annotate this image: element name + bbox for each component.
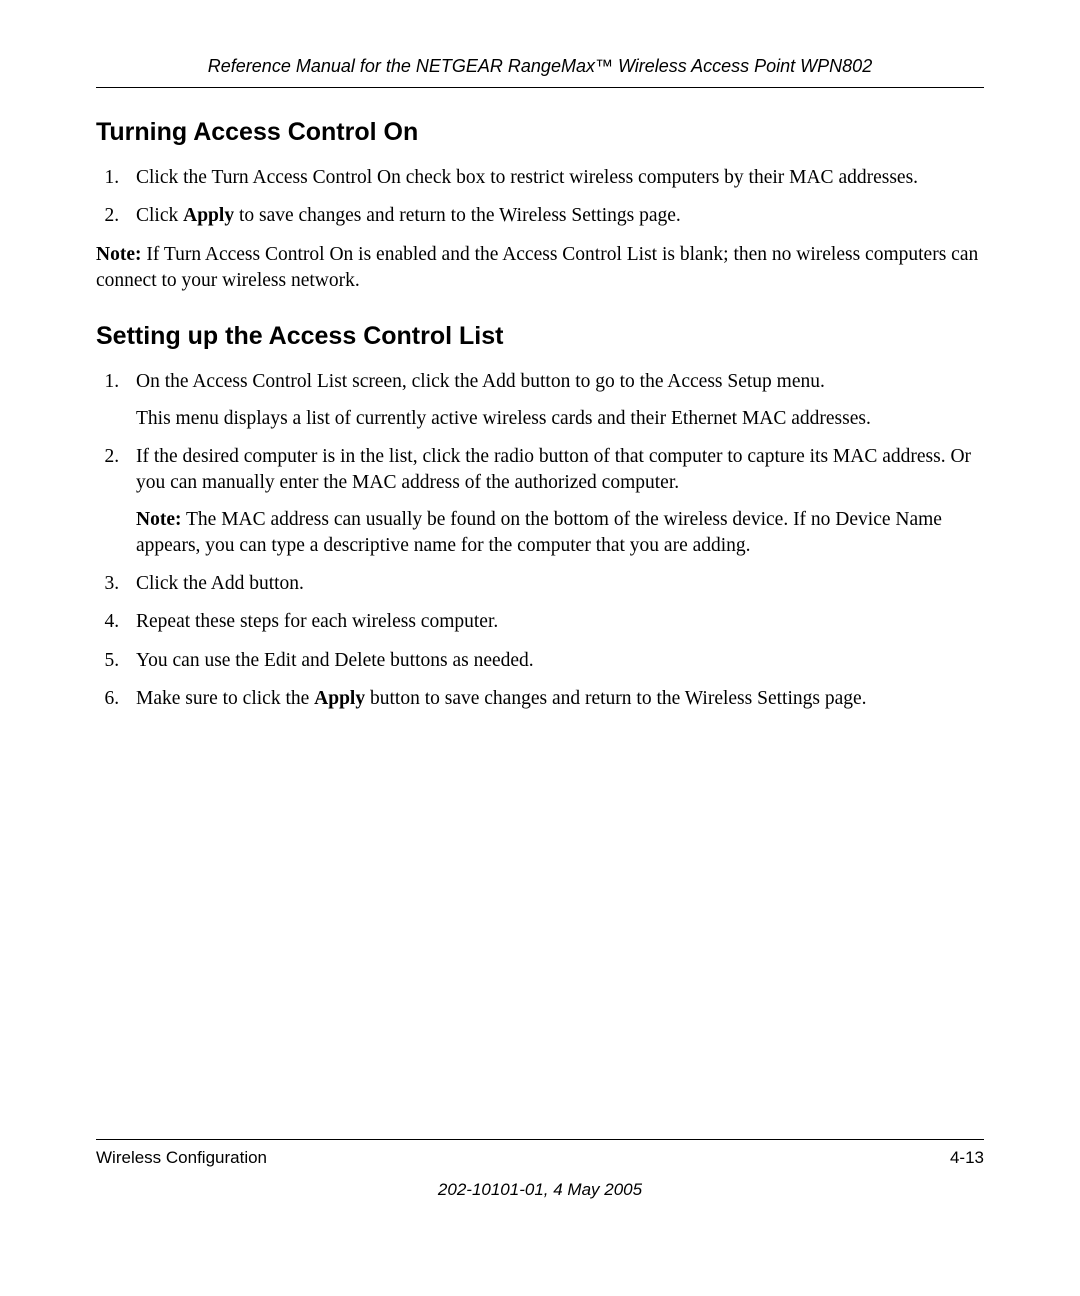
section-heading-1: Turning Access Control On	[96, 118, 984, 147]
list-item: Make sure to click the Apply button to s…	[124, 686, 984, 712]
list-item: On the Access Control List screen, click…	[124, 369, 984, 432]
list-item: Repeat these steps for each wireless com…	[124, 609, 984, 635]
footer-rule	[96, 1139, 984, 1140]
list-item: You can use the Edit and Delete buttons …	[124, 648, 984, 674]
header-rule	[96, 87, 984, 88]
footer-row: Wireless Configuration 4-13	[96, 1148, 984, 1168]
footer: Wireless Configuration 4-13 202-10101-01…	[96, 1139, 984, 1200]
section1-list: Click the Turn Access Control On check b…	[96, 165, 984, 230]
footer-doc-meta: 202-10101-01, 4 May 2005	[96, 1180, 984, 1200]
section-heading-2: Setting up the Access Control List	[96, 322, 984, 351]
section2-list: On the Access Control List screen, click…	[96, 369, 984, 712]
list-item: Click the Add button.	[124, 571, 984, 597]
list-item: Click the Turn Access Control On check b…	[124, 165, 984, 191]
list-item: Click Apply to save changes and return t…	[124, 203, 984, 229]
running-header: Reference Manual for the NETGEAR RangeMa…	[96, 56, 984, 83]
list-item: If the desired computer is in the list, …	[124, 444, 984, 559]
footer-chapter-title: Wireless Configuration	[96, 1148, 267, 1168]
section1-note: Note: If Turn Access Control On is enabl…	[96, 242, 984, 295]
footer-page-number: 4-13	[950, 1148, 984, 1168]
document-page: Reference Manual for the NETGEAR RangeMa…	[0, 0, 1080, 1296]
